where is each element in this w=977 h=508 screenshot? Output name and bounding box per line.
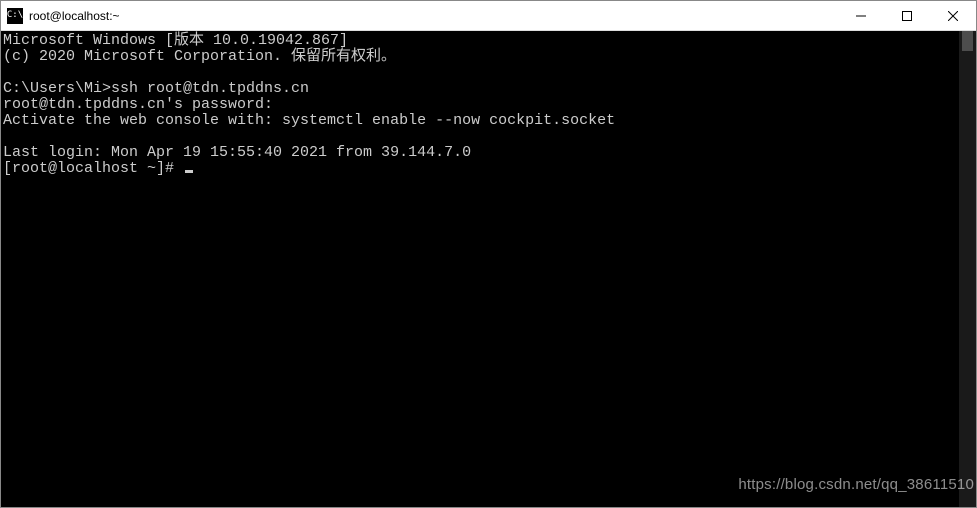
terminal-prompt: [root@localhost ~]# — [3, 160, 183, 177]
terminal-line: root@tdn.tpddns.cn's password: — [3, 97, 959, 113]
terminal-line: Microsoft Windows [版本 10.0.19042.867] — [3, 33, 959, 49]
maximize-button[interactable] — [884, 1, 930, 30]
terminal-line — [3, 65, 959, 81]
terminal-prompt-line[interactable]: [root@localhost ~]# — [3, 161, 959, 177]
terminal-window: C:\ root@localhost:~ Microsoft Windows [… — [0, 0, 977, 508]
scrollbar-thumb[interactable] — [962, 31, 973, 51]
terminal-line: Activate the web console with: systemctl… — [3, 113, 959, 129]
terminal-line: Last login: Mon Apr 19 15:55:40 2021 fro… — [3, 145, 959, 161]
minimize-button[interactable] — [838, 1, 884, 30]
terminal-line: C:\Users\Mi>ssh root@tdn.tpddns.cn — [3, 81, 959, 97]
terminal-line — [3, 129, 959, 145]
terminal-body-wrap: Microsoft Windows [版本 10.0.19042.867](c)… — [1, 31, 976, 507]
terminal-line: (c) 2020 Microsoft Corporation. 保留所有权利。 — [3, 49, 959, 65]
terminal-body[interactable]: Microsoft Windows [版本 10.0.19042.867](c)… — [1, 31, 959, 507]
scrollbar[interactable] — [959, 31, 976, 507]
window-controls — [838, 1, 976, 30]
titlebar[interactable]: C:\ root@localhost:~ — [1, 1, 976, 31]
cmd-icon: C:\ — [7, 8, 23, 24]
window-title: root@localhost:~ — [29, 9, 838, 23]
close-button[interactable] — [930, 1, 976, 30]
cursor — [185, 170, 193, 173]
